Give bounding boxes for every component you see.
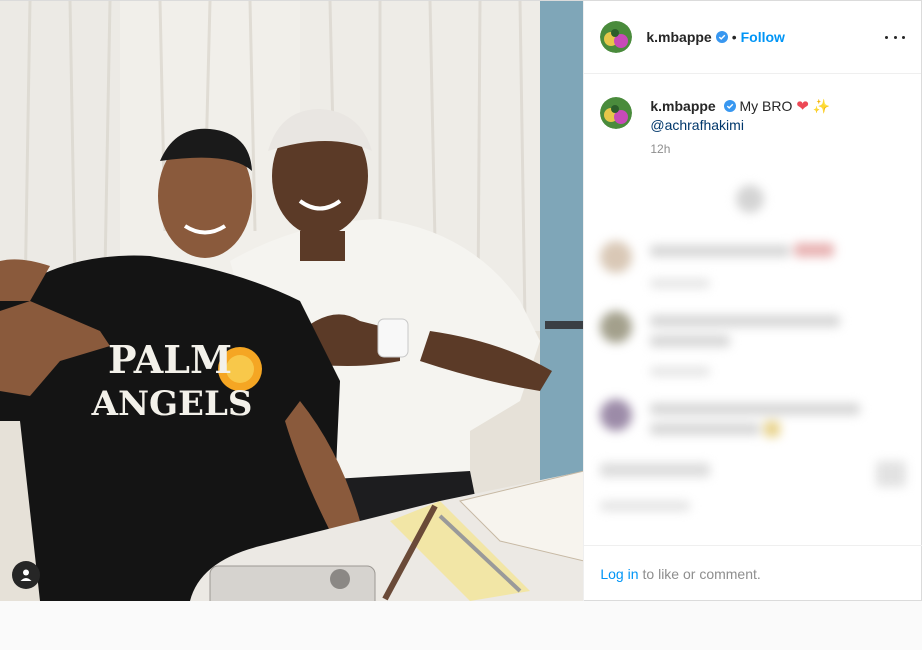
more-options-icon[interactable] — [885, 29, 905, 45]
tagged-user-icon — [20, 569, 32, 581]
sparkle-emoji: ✨ — [812, 98, 831, 114]
shirt-text-line2: ANGELS — [91, 384, 253, 424]
comment-meta — [650, 367, 711, 376]
post-header: k.mbappe • Follow — [584, 1, 921, 74]
blurred-comments — [584, 171, 922, 541]
post-sidebar: k.mbappe • Follow k.mbappe My BRO ❤ ✨ @a… — [583, 1, 922, 601]
avatar-image — [600, 21, 633, 53]
comment-avatar — [600, 241, 633, 273]
post-caption: k.mbappe My BRO ❤ ✨ @achrafhakimi 12h — [600, 97, 905, 156]
post-photo: PALM ANGELS — [0, 1, 584, 601]
comment-line — [650, 403, 861, 415]
caption-username[interactable]: k.mbappe — [650, 98, 715, 114]
comment-line — [650, 245, 791, 257]
author-avatar[interactable] — [600, 21, 633, 53]
shirt-text-line1: PALM — [108, 337, 232, 382]
bookmark-icon — [876, 461, 907, 487]
comment-line — [650, 335, 731, 347]
avatar-image — [600, 97, 633, 129]
post-timestamp: 12h — [650, 142, 671, 156]
caption-avatar[interactable] — [600, 97, 633, 129]
comment-meta — [650, 279, 711, 288]
comment-line — [650, 315, 841, 327]
follow-button[interactable]: Follow — [741, 29, 785, 45]
comment-avatar — [600, 399, 633, 431]
loading-spinner-icon — [736, 185, 765, 213]
verified-badge-icon — [723, 100, 736, 112]
comment-line — [794, 243, 835, 257]
separator-dot: • — [731, 29, 737, 45]
action-icons — [600, 463, 711, 477]
post-footer: Log in to like or comment. — [584, 545, 922, 601]
comment-line — [650, 423, 761, 435]
post-image[interactable]: PALM ANGELS — [0, 1, 584, 601]
caption-mention-link[interactable]: @achrafhakimi — [650, 116, 830, 134]
verified-badge-icon — [715, 31, 728, 43]
login-link[interactable]: Log in — [600, 566, 638, 582]
author-username[interactable]: k.mbappe — [646, 29, 711, 45]
instagram-post: PALM ANGELS k.mbappe • Follow k.mbappe M… — [0, 0, 922, 601]
heart-emoji: ❤ — [796, 98, 809, 115]
likes-line — [600, 501, 691, 511]
login-suffix: to like or comment. — [642, 565, 761, 582]
comment-line — [764, 421, 781, 437]
comment-avatar — [600, 311, 633, 343]
caption-text: My BRO — [739, 98, 793, 114]
tagged-user-button[interactable] — [12, 561, 40, 589]
